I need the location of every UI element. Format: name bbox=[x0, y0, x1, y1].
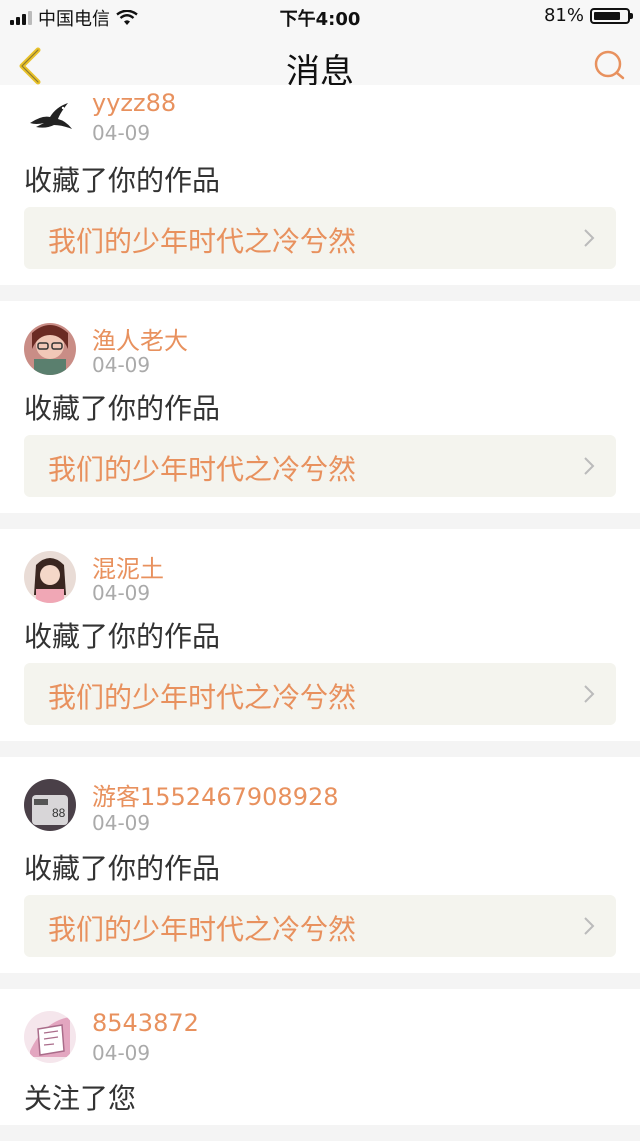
chevron-right-icon bbox=[584, 917, 595, 935]
user-avatar[interactable] bbox=[24, 551, 76, 603]
work-title: 我们的少年时代之冷兮然 bbox=[48, 225, 357, 258]
message-card: 混泥土 04-09 收藏了你的作品 我们的少年时代之冷兮然 bbox=[0, 529, 640, 741]
battery-icon bbox=[590, 7, 633, 24]
chevron-right-icon bbox=[584, 685, 595, 703]
message-date: 04-09 bbox=[92, 581, 151, 605]
message-card: 8543872 04-09 关注了您 bbox=[0, 989, 640, 1125]
search-icon[interactable] bbox=[592, 48, 628, 84]
work-link[interactable]: 我们的少年时代之冷兮然 bbox=[24, 435, 616, 497]
svg-text:88: 88 bbox=[52, 806, 66, 820]
message-card: 渔人老大 04-09 收藏了你的作品 我们的少年时代之冷兮然 bbox=[0, 301, 640, 513]
user-avatar[interactable] bbox=[24, 1011, 76, 1063]
work-title: 我们的少年时代之冷兮然 bbox=[48, 453, 357, 486]
battery-percent: 81% bbox=[543, 5, 584, 26]
work-title: 我们的少年时代之冷兮然 bbox=[48, 913, 357, 946]
action-text: 收藏了你的作品 bbox=[24, 164, 221, 197]
username[interactable]: 游客1552467908928 bbox=[92, 777, 339, 812]
message-list: yyzz88 04-09 收藏了你的作品 我们的少年时代之冷兮然 渔人老大 04… bbox=[0, 85, 640, 1141]
message-header: yyzz88 04-09 bbox=[0, 85, 640, 153]
status-bar: 中国电信 下午4:00 81% bbox=[0, 0, 640, 32]
action-text: 收藏了你的作品 bbox=[24, 852, 221, 885]
message-card: yyzz88 04-09 收藏了你的作品 我们的少年时代之冷兮然 bbox=[0, 85, 640, 285]
swallow-bird-icon[interactable] bbox=[24, 93, 76, 145]
action-text: 收藏了你的作品 bbox=[24, 620, 221, 653]
action-text: 收藏了你的作品 bbox=[24, 392, 221, 425]
chevron-right-icon bbox=[584, 229, 595, 247]
message-date: 04-09 bbox=[92, 353, 151, 377]
message-date: 04-09 bbox=[92, 1041, 151, 1065]
action-text: 关注了您 bbox=[24, 1082, 137, 1115]
battery-fill bbox=[594, 11, 620, 20]
message-card: 88 游客1552467908928 04-09 收藏了你的作品 我们的少年时代… bbox=[0, 757, 640, 973]
work-link[interactable]: 我们的少年时代之冷兮然 bbox=[24, 895, 616, 957]
work-title: 我们的少年时代之冷兮然 bbox=[48, 681, 357, 714]
username[interactable]: yyzz88 bbox=[92, 89, 176, 117]
username[interactable]: 8543872 bbox=[92, 1009, 199, 1037]
message-header: 8543872 04-09 bbox=[0, 989, 640, 1069]
username[interactable]: 混泥土 bbox=[92, 549, 164, 584]
user-avatar[interactable] bbox=[24, 323, 76, 375]
work-link[interactable]: 我们的少年时代之冷兮然 bbox=[24, 207, 616, 269]
user-avatar[interactable]: 88 bbox=[24, 779, 76, 831]
status-right: 81% bbox=[543, 5, 633, 26]
username[interactable]: 渔人老大 bbox=[92, 321, 188, 356]
message-header: 混泥土 04-09 bbox=[0, 529, 640, 605]
message-date: 04-09 bbox=[92, 811, 151, 835]
message-header: 渔人老大 04-09 bbox=[0, 301, 640, 377]
chevron-right-icon bbox=[584, 457, 595, 475]
message-date: 04-09 bbox=[92, 121, 151, 145]
message-header: 88 游客1552467908928 04-09 bbox=[0, 757, 640, 837]
work-link[interactable]: 我们的少年时代之冷兮然 bbox=[24, 663, 616, 725]
